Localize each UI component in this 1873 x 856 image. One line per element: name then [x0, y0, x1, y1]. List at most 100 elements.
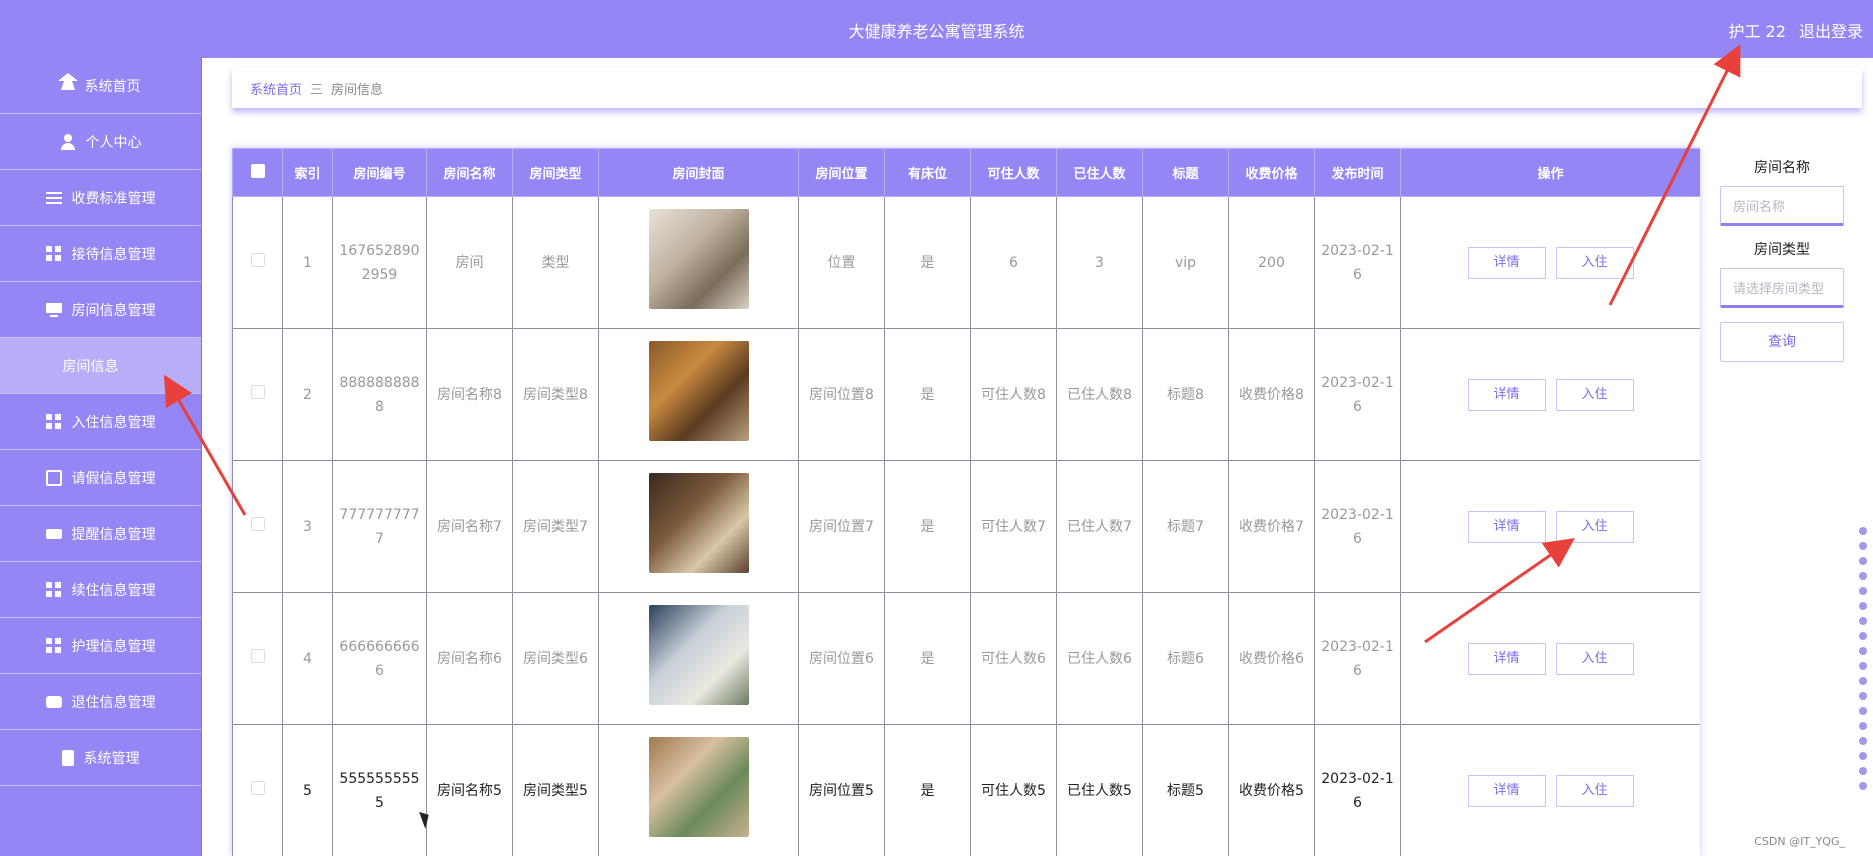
breadcrumb-separator: 三	[310, 82, 324, 98]
row-checkbox[interactable]	[232, 196, 283, 329]
app-title: 大健康养老公寓管理系统	[848, 22, 1025, 41]
cell-number: 8888888888	[332, 328, 427, 461]
sidebar: 系统首页 个人中心 收费标准管理 接待信息管理 房间信息管理 房间信息 入住信息…	[0, 58, 202, 856]
breadcrumb-home[interactable]: 系统首页	[250, 79, 302, 98]
sidebar-item-fee-standard[interactable]: 收费标准管理	[0, 170, 201, 226]
column-header: 可住人数	[970, 148, 1057, 197]
cell-index: 1	[282, 196, 333, 329]
sidebar-item-leave[interactable]: 请假信息管理	[0, 450, 201, 506]
row-actions: 详情 入住	[1400, 328, 1700, 461]
logout-button[interactable]: 退出登录	[1799, 22, 1863, 41]
cell-name: 房间名称8	[426, 328, 513, 461]
cell-index: 2	[282, 328, 333, 461]
cell-number: 5555555555	[332, 724, 427, 856]
room-cover-cell	[598, 196, 799, 329]
checkin-button[interactable]: 入住	[1555, 246, 1634, 279]
sidebar-item-label: 退住信息管理	[71, 694, 156, 711]
row-checkbox[interactable]	[232, 328, 283, 461]
table-row: 5 5555555555 房间名称5 房间类型5 房间位置5 是可住人数5 已住人数5 标题5…	[232, 724, 1700, 856]
cell-date: 2023-02-16	[1314, 328, 1401, 461]
cell-title: 标题5	[1142, 724, 1229, 856]
cell-type: 类型	[512, 196, 599, 329]
row-checkbox[interactable]	[232, 460, 283, 593]
cell-location: 房间位置8	[798, 328, 885, 461]
sidebar-item-label: 房间信息	[62, 358, 119, 375]
grid-icon	[45, 581, 62, 598]
sidebar-item-label: 续住信息管理	[71, 582, 156, 599]
cell-capacity: 可住人数7	[970, 460, 1057, 593]
row-actions: 详情 入住	[1400, 724, 1700, 856]
sidebar-item-label: 请假信息管理	[71, 470, 156, 487]
sidebar-item-extend-stay[interactable]: 续住信息管理	[0, 562, 201, 618]
monitor-icon	[45, 302, 62, 318]
sidebar-item-label: 收费标准管理	[71, 190, 156, 207]
cell-location: 位置	[798, 196, 885, 329]
sidebar-item-label: 接待信息管理	[71, 246, 156, 263]
cell-date: 2023-02-16	[1314, 460, 1401, 593]
cell-location: 房间位置7	[798, 460, 885, 593]
checkin-button[interactable]: 入住	[1555, 510, 1634, 543]
checkin-button[interactable]: 入住	[1555, 774, 1634, 807]
room-cover-cell	[598, 592, 799, 725]
sidebar-item-profile[interactable]: 个人中心	[0, 114, 201, 170]
sidebar-item-room-management[interactable]: 房间信息管理	[0, 282, 201, 338]
checkin-button[interactable]: 入住	[1555, 642, 1634, 675]
row-checkbox[interactable]	[232, 724, 283, 856]
room-cover-image	[648, 604, 749, 705]
decorative-dots	[1859, 520, 1869, 850]
room-cover-cell	[598, 460, 799, 593]
query-button[interactable]: 查询	[1720, 322, 1844, 362]
detail-button[interactable]: 详情	[1467, 378, 1546, 411]
sidebar-item-label: 提醒信息管理	[71, 526, 156, 543]
detail-button[interactable]: 详情	[1467, 642, 1546, 675]
sidebar-item-label: 系统首页	[84, 78, 141, 95]
cell-has-bed: 是	[884, 196, 971, 329]
home-icon	[57, 73, 78, 90]
checkin-button[interactable]: 入住	[1555, 378, 1634, 411]
cell-name: 房间	[426, 196, 513, 329]
cell-has-bed: 是	[884, 724, 971, 856]
cell-name: 房间名称6	[426, 592, 513, 725]
ticket-icon	[45, 528, 62, 539]
select-all-checkbox[interactable]	[232, 148, 283, 197]
watermark: CSDN @IT_YQG_	[1754, 835, 1845, 848]
table-row: 4 6666666666 房间名称6 房间类型6 房间位置6 是可住人数6 已住人数6 标题6…	[232, 592, 1700, 725]
room-cover-image	[648, 340, 749, 441]
sidebar-item-reminder[interactable]: 提醒信息管理	[0, 506, 201, 562]
sidebar-item-nursing[interactable]: 护理信息管理	[0, 618, 201, 674]
detail-button[interactable]: 详情	[1467, 246, 1546, 279]
cell-occupied: 已住人数5	[1056, 724, 1143, 856]
room-type-label: 房间类型	[1754, 242, 1810, 258]
sidebar-item-reception[interactable]: 接待信息管理	[0, 226, 201, 282]
cell-title: 标题6	[1142, 592, 1229, 725]
sidebar-item-checkout[interactable]: 退住信息管理	[0, 674, 201, 730]
sidebar-item-system[interactable]: 系统管理	[0, 730, 201, 786]
cell-location: 房间位置6	[798, 592, 885, 725]
sidebar-item-home[interactable]: 系统首页	[0, 58, 201, 114]
room-type-select[interactable]: 请选择房间类型	[1720, 268, 1844, 308]
row-actions: 详情 入住	[1400, 196, 1700, 329]
grid-icon	[45, 245, 62, 262]
row-checkbox[interactable]	[232, 592, 283, 725]
detail-button[interactable]: 详情	[1467, 774, 1546, 807]
cell-name: 房间名称5	[426, 724, 513, 856]
room-cover-image	[648, 472, 749, 573]
cell-number: 1676528902959	[332, 196, 427, 329]
user-icon	[60, 133, 76, 150]
detail-button[interactable]: 详情	[1467, 510, 1546, 543]
sidebar-item-checkin[interactable]: 入住信息管理	[0, 394, 201, 450]
sidebar-subitem-room-info[interactable]: 房间信息	[0, 338, 201, 394]
cell-index: 5	[282, 724, 333, 856]
column-header: 发布时间	[1314, 148, 1401, 197]
room-name-input[interactable]: 房间名称	[1720, 186, 1844, 226]
cell-location: 房间位置5	[798, 724, 885, 856]
room-name-label: 房间名称	[1754, 160, 1810, 176]
cell-has-bed: 是	[884, 592, 971, 725]
cell-index: 3	[282, 460, 333, 593]
cell-capacity: 可住人数5	[970, 724, 1057, 856]
chat-icon	[45, 695, 62, 708]
table-row: 1 1676528902959 房间 类型 位置是 6 3 vip 200 2023-02-16 详…	[232, 196, 1700, 329]
grid-icon	[45, 413, 62, 430]
room-table: 索引 房间编号 房间名称 房间类型 房间封面 房间位置 有床位 可住人数 已住人…	[232, 148, 1700, 856]
column-header: 房间位置	[798, 148, 885, 197]
